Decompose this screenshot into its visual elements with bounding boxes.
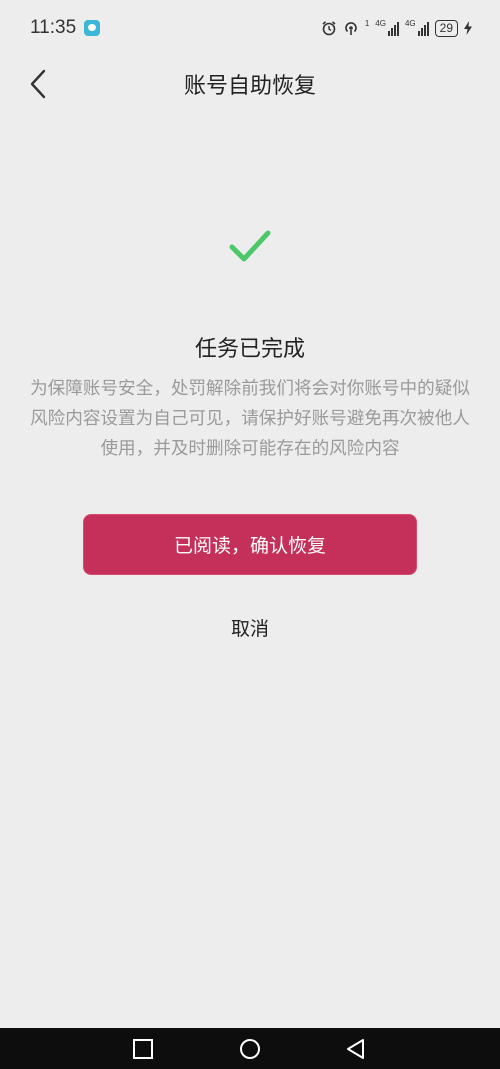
status-bar: 11:35 1 4G 4G 29 (0, 0, 500, 56)
battery-icon: 29 (434, 19, 458, 37)
hotspot-superscript: 1 (364, 18, 370, 28)
header: 账号自助恢复 (0, 56, 500, 112)
alarm-icon (322, 21, 336, 36)
system-nav-bar (0, 1028, 500, 1069)
signal-icon-sim2: 4G (405, 20, 429, 36)
page-title: 账号自助恢复 (183, 74, 316, 99)
message-notification-icon (84, 20, 101, 36)
hotspot-icon (345, 22, 357, 35)
status-time: 11:35 (30, 17, 77, 38)
cancel-button[interactable]: 取消 (200, 612, 300, 642)
home-icon[interactable] (239, 1038, 261, 1060)
result-description: 为保障账号安全，处罚解除前我们将会对你账号中的疑似风险内容设置为自己可见，请保护… (30, 379, 470, 459)
network-type-label: 4G (375, 19, 386, 28)
recent-apps-icon[interactable] (132, 1038, 154, 1060)
signal-icon-sim1: 4G (375, 20, 399, 36)
check-icon (229, 230, 271, 262)
network-type-label-2: 4G (404, 19, 416, 28)
confirm-restore-button[interactable]: 已阅读，确认恢复 (83, 514, 417, 575)
result-title: 任务已完成 (194, 337, 305, 362)
charging-icon (464, 21, 472, 35)
back-nav-icon[interactable] (345, 1038, 367, 1060)
status-left: 11:35 (30, 17, 101, 39)
status-right: 1 4G 4G 29 (321, 18, 472, 37)
